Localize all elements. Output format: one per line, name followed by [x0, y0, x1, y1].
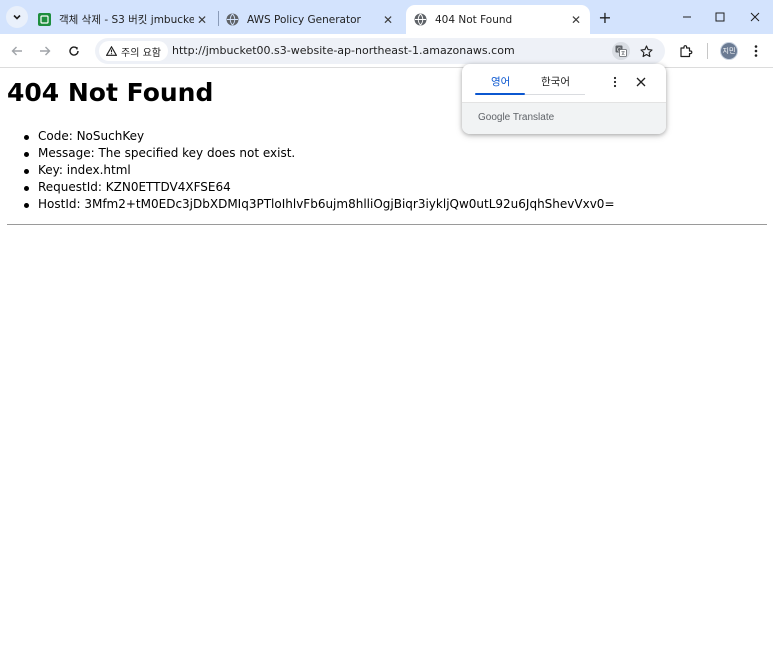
- puzzle-icon: [679, 44, 693, 58]
- new-tab-button[interactable]: +: [596, 7, 614, 27]
- tab-404-not-found[interactable]: 404 Not Found ✕: [406, 5, 590, 34]
- close-icon: [750, 12, 760, 22]
- globe-icon: [414, 13, 427, 26]
- tab-close-button[interactable]: ✕: [194, 12, 210, 28]
- google-translate-brand: Google Translate: [478, 112, 555, 123]
- tab-divider-line: [525, 94, 585, 95]
- profile-avatar[interactable]: 지민: [720, 42, 738, 60]
- more-vertical-icon: [613, 76, 617, 88]
- menu-button[interactable]: [745, 40, 767, 62]
- translate-language-tabs: 영어 한국어: [462, 64, 666, 102]
- target-language-tab[interactable]: 한국어: [541, 74, 570, 89]
- list-item: RequestId: KZN0ETTDV4XFSE64: [22, 179, 615, 196]
- toolbar-divider: [707, 43, 708, 59]
- window-close-button[interactable]: [744, 6, 766, 28]
- list-item: HostId: 3Mfm2+tM0EDc3jDbXDMIq3PTloIhlvFb…: [22, 196, 615, 213]
- s3-icon: [38, 13, 51, 26]
- translate-popup-footer: Google Translate: [462, 102, 666, 134]
- translate-options-button[interactable]: [606, 73, 624, 91]
- back-button[interactable]: [6, 40, 28, 62]
- minimize-button[interactable]: [676, 6, 698, 28]
- close-icon: [636, 77, 646, 87]
- plus-icon: +: [598, 7, 612, 27]
- minimize-icon: [682, 12, 692, 22]
- tab-close-button[interactable]: ✕: [380, 12, 396, 28]
- tab-strip: 객체 삭제 - S3 버킷 jmbucket0 ✕ AWS Policy Gen…: [0, 0, 773, 34]
- security-chip-label: 주의 요함: [121, 47, 161, 59]
- profile-initials: 지민: [722, 47, 736, 55]
- tab-search-button[interactable]: [6, 6, 28, 28]
- error-details-list: Code: NoSuchKey Message: The specified k…: [22, 128, 615, 213]
- list-item: Message: The specified key does not exis…: [22, 145, 615, 162]
- tab-title: AWS Policy Generator: [247, 13, 361, 26]
- reload-button[interactable]: [63, 40, 85, 62]
- reload-icon: [68, 45, 80, 57]
- tab-close-button[interactable]: ✕: [568, 12, 584, 28]
- extensions-button[interactable]: [675, 40, 697, 62]
- translate-popup: 영어 한국어 Google Translate: [462, 64, 666, 134]
- translate-icon: G: [615, 45, 627, 57]
- chevron-down-icon: [12, 12, 22, 22]
- more-vertical-icon: [754, 44, 758, 58]
- warning-icon: [106, 46, 117, 56]
- tab-title: 404 Not Found: [435, 13, 513, 26]
- address-bar[interactable]: 주의 요함 http://jmbucket00.s3-website-ap-no…: [95, 38, 665, 64]
- page-title: 404 Not Found: [7, 78, 214, 107]
- tab-title: 객체 삭제 - S3 버킷 jmbucket0: [59, 14, 194, 26]
- maximize-button[interactable]: [709, 6, 731, 28]
- list-item: Key: index.html: [22, 162, 615, 179]
- arrow-left-icon: [11, 45, 23, 57]
- browser-toolbar: 주의 요함 http://jmbucket00.s3-website-ap-no…: [0, 34, 773, 68]
- translate-close-button[interactable]: [632, 73, 650, 91]
- bookmark-button[interactable]: [637, 42, 655, 60]
- arrow-right-icon: [39, 45, 51, 57]
- url-text[interactable]: http://jmbucket00.s3-website-ap-northeas…: [172, 44, 515, 57]
- tab-aws-policy-generator[interactable]: AWS Policy Generator ✕: [226, 5, 402, 34]
- tab-separator: [218, 11, 219, 26]
- translate-button[interactable]: G: [612, 42, 630, 60]
- page-content: 404 Not Found Code: NoSuchKey Message: T…: [0, 68, 773, 650]
- tab-s3-delete-object[interactable]: 객체 삭제 - S3 버킷 jmbucket0 ✕: [38, 5, 216, 34]
- active-tab-indicator: [475, 93, 525, 95]
- star-icon: [639, 44, 653, 58]
- globe-icon: [226, 13, 239, 26]
- maximize-icon: [715, 12, 725, 22]
- security-chip[interactable]: 주의 요함: [99, 41, 168, 61]
- horizontal-rule: [7, 224, 767, 225]
- forward-button[interactable]: [34, 40, 56, 62]
- source-language-tab[interactable]: 영어: [491, 74, 510, 89]
